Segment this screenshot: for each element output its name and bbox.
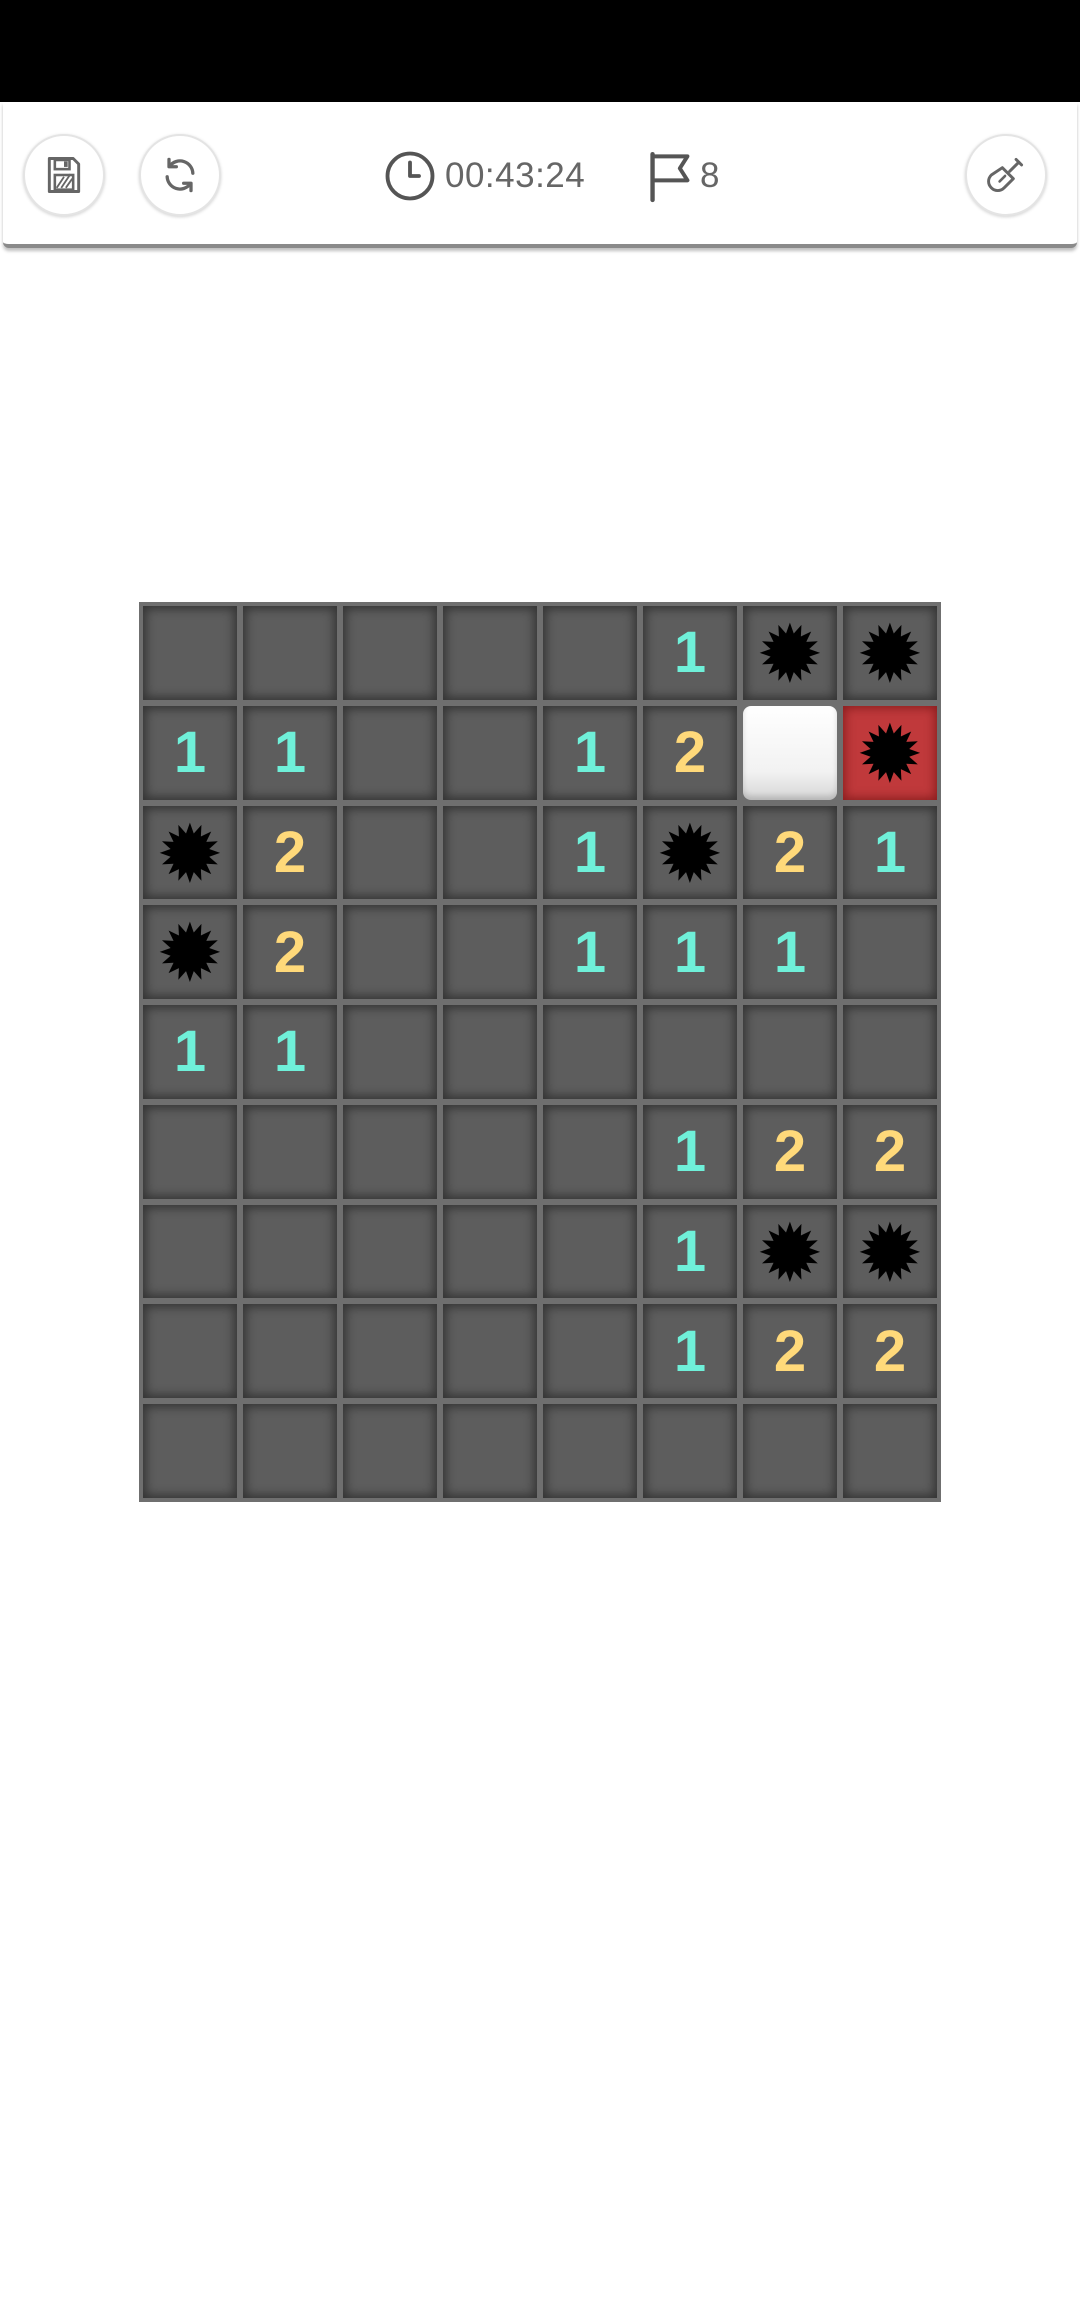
cell-unrevealed[interactable] xyxy=(743,705,837,800)
cell-empty[interactable] xyxy=(843,905,937,1000)
cell-mine[interactable] xyxy=(143,905,237,1000)
mine-icon xyxy=(159,822,221,883)
cell-empty[interactable] xyxy=(343,606,437,700)
cell-empty[interactable] xyxy=(443,1204,537,1299)
cell-empty[interactable] xyxy=(543,1204,637,1299)
mine-icon xyxy=(859,622,921,684)
cell-empty[interactable] xyxy=(543,606,637,700)
cell-number[interactable]: 1 xyxy=(543,705,637,800)
cell-empty[interactable] xyxy=(443,1304,537,1399)
restart-button[interactable] xyxy=(139,134,221,216)
timer-value: 00:43:24 xyxy=(445,156,586,195)
cell-number[interactable]: 2 xyxy=(243,805,337,900)
flag-icon xyxy=(650,152,690,203)
status-bar xyxy=(0,0,1080,102)
cell-empty[interactable] xyxy=(143,1104,237,1199)
cell-empty[interactable] xyxy=(343,1304,437,1399)
mine-icon xyxy=(859,722,921,783)
cell-number[interactable]: 1 xyxy=(543,805,637,900)
cell-empty[interactable] xyxy=(843,1005,937,1099)
cell-number[interactable]: 1 xyxy=(243,705,337,800)
cell-empty[interactable] xyxy=(643,1005,737,1099)
mine-icon xyxy=(759,1221,821,1282)
mine-icon xyxy=(859,1221,921,1282)
cell-empty[interactable] xyxy=(743,1005,837,1099)
cell-number[interactable]: 1 xyxy=(643,1204,737,1299)
cell-empty[interactable] xyxy=(743,1404,837,1498)
cell-number[interactable]: 1 xyxy=(843,805,937,900)
cell-mine[interactable] xyxy=(843,606,937,700)
cell-number[interactable]: 1 xyxy=(143,1005,237,1099)
floppy-disk-icon xyxy=(47,157,81,193)
cell-empty[interactable] xyxy=(243,1404,337,1498)
cell-empty[interactable] xyxy=(243,1104,337,1199)
cell-empty[interactable] xyxy=(443,905,537,1000)
cell-empty[interactable] xyxy=(543,1104,637,1199)
shovel-icon xyxy=(987,157,1024,193)
cell-number[interactable]: 2 xyxy=(843,1304,937,1399)
cell-empty[interactable] xyxy=(443,1005,537,1099)
mine-icon xyxy=(759,622,821,684)
cell-empty[interactable] xyxy=(343,705,437,800)
flag-counter: 8 xyxy=(646,146,719,206)
cell-number[interactable]: 2 xyxy=(743,1104,837,1199)
cell-empty[interactable] xyxy=(243,1304,337,1399)
cell-number[interactable]: 1 xyxy=(243,1005,337,1099)
cell-number[interactable]: 1 xyxy=(743,905,837,1000)
cell-empty[interactable] xyxy=(543,1404,637,1498)
timer: 00:43:24 xyxy=(383,146,585,206)
cell-empty[interactable] xyxy=(343,905,437,1000)
cell-mine[interactable] xyxy=(643,805,737,900)
cell-number[interactable]: 1 xyxy=(143,705,237,800)
cell-mine[interactable] xyxy=(743,606,837,700)
mine-icon xyxy=(659,822,721,883)
mine-icon xyxy=(159,922,221,983)
cell-empty[interactable] xyxy=(443,1404,537,1498)
cell-number[interactable]: 1 xyxy=(543,905,637,1000)
cell-mine[interactable] xyxy=(843,1204,937,1299)
cell-empty[interactable] xyxy=(443,1104,537,1199)
cell-empty[interactable] xyxy=(343,1404,437,1498)
cell-empty[interactable] xyxy=(343,1005,437,1099)
toolbar: 00:43:24 8 xyxy=(3,102,1077,248)
cell-empty[interactable] xyxy=(343,805,437,900)
cell-empty[interactable] xyxy=(643,1404,737,1498)
cell-empty[interactable] xyxy=(543,1304,637,1399)
cell-number[interactable]: 1 xyxy=(643,1304,737,1399)
cell-empty[interactable] xyxy=(343,1104,437,1199)
refresh-icon xyxy=(165,157,195,193)
cell-empty[interactable] xyxy=(443,705,537,800)
cell-empty[interactable] xyxy=(543,1005,637,1099)
cell-empty[interactable] xyxy=(243,1204,337,1299)
cell-mine[interactable] xyxy=(743,1204,837,1299)
clock-icon xyxy=(385,151,435,201)
cell-number[interactable]: 2 xyxy=(743,805,837,900)
cell-empty[interactable] xyxy=(443,805,537,900)
cell-mine-exploded[interactable] xyxy=(843,705,937,800)
cell-empty[interactable] xyxy=(443,606,537,700)
cell-empty[interactable] xyxy=(143,1304,237,1399)
cell-number[interactable]: 1 xyxy=(643,1104,737,1199)
cell-empty[interactable] xyxy=(143,1204,237,1299)
cell-empty[interactable] xyxy=(143,1404,237,1498)
shovel-tool-button[interactable] xyxy=(965,134,1047,216)
cell-number[interactable]: 2 xyxy=(843,1104,937,1199)
cell-empty[interactable] xyxy=(843,1404,937,1498)
cell-number[interactable]: 2 xyxy=(743,1304,837,1399)
cell-number[interactable]: 1 xyxy=(643,905,737,1000)
minefield-board: 1111221212111111221122 xyxy=(139,602,941,1502)
cell-empty[interactable] xyxy=(243,606,337,700)
cell-number[interactable]: 2 xyxy=(643,705,737,800)
cell-empty[interactable] xyxy=(143,606,237,700)
cell-empty[interactable] xyxy=(343,1204,437,1299)
cell-number[interactable]: 2 xyxy=(243,905,337,1000)
cell-number[interactable]: 1 xyxy=(643,606,737,700)
save-button[interactable] xyxy=(23,134,105,216)
cell-mine[interactable] xyxy=(143,805,237,900)
flag-count: 8 xyxy=(700,156,720,195)
